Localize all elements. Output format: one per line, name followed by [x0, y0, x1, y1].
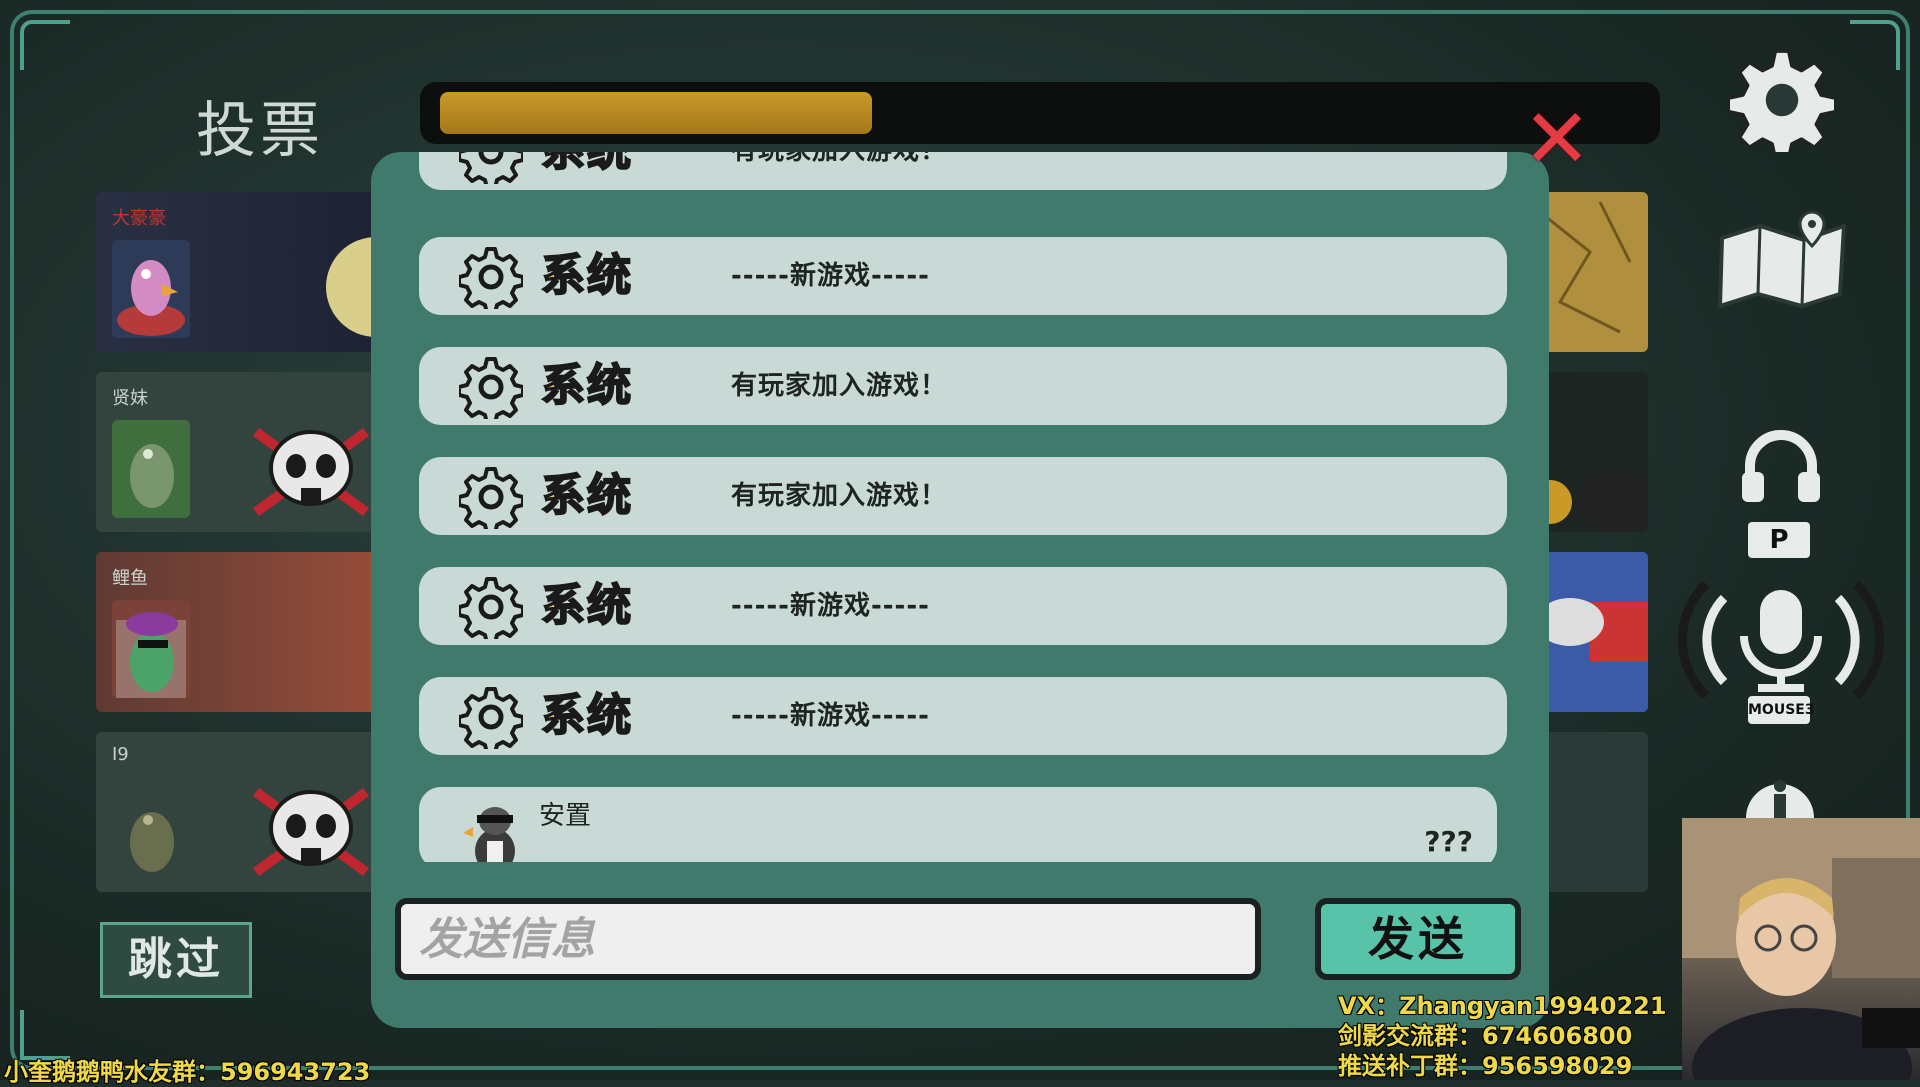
- skip-vote-button[interactable]: 跳过: [100, 922, 252, 998]
- frame-corner: [1850, 20, 1900, 70]
- message-text: ???: [1424, 825, 1473, 858]
- frame-corner: [20, 20, 70, 70]
- chat-message: 系统 -----新游戏-----: [419, 567, 1507, 645]
- send-button[interactable]: 发送: [1315, 898, 1521, 980]
- message-sender: 系统: [540, 689, 633, 742]
- headphones-icon[interactable]: [1740, 428, 1822, 504]
- settings-gear-icon[interactable]: [1730, 48, 1834, 152]
- gear-icon: [459, 467, 523, 529]
- vote-timer-bar: [420, 82, 1660, 144]
- chat-panel: 系统 有玩家加入游戏！ 系统 -----新游戏----- 系统 有玩家加入游戏！: [371, 152, 1549, 1028]
- player-name: 鲤鱼: [112, 568, 148, 589]
- message-text: 有玩家加入游戏！: [731, 481, 948, 511]
- gear-icon: [459, 152, 523, 184]
- gear-icon: [459, 247, 523, 309]
- chat-message: 系统 有玩家加入游戏！: [419, 152, 1507, 190]
- chat-message: 系统 -----新游戏-----: [419, 237, 1507, 315]
- player-avatar: [112, 600, 190, 698]
- message-sender: 系统: [540, 579, 633, 632]
- microphone-icon[interactable]: [1677, 578, 1885, 700]
- message-text: 有玩家加入游戏！: [731, 371, 948, 401]
- chat-message: 系统 有玩家加入游戏！: [419, 457, 1507, 535]
- player-name: 大豪豪: [112, 208, 166, 229]
- message-text: -----新游戏-----: [731, 591, 930, 621]
- close-chat-button[interactable]: ✕: [1522, 99, 1592, 181]
- vote-timer-fill: [440, 92, 872, 134]
- message-sender: 系统: [540, 469, 633, 522]
- player-card[interactable]: 贤妹: [96, 372, 396, 532]
- dead-skull-icon: [253, 787, 369, 877]
- dead-skull-icon: [253, 427, 369, 517]
- chat-message-list[interactable]: 系统 有玩家加入游戏！ 系统 -----新游戏----- 系统 有玩家加入游戏！: [419, 152, 1509, 862]
- voice-key: MOUSE3: [1748, 696, 1815, 724]
- player-avatar: [112, 780, 190, 878]
- message-text: 有玩家加入游戏！: [731, 152, 947, 168]
- chat-input[interactable]: [395, 898, 1261, 980]
- player-avatar: [463, 807, 515, 862]
- overlay-group-2: 推送补丁群：956598029: [1338, 1052, 1633, 1080]
- player-card[interactable]: I9: [96, 732, 396, 892]
- message-sender: 系统: [540, 152, 633, 178]
- chat-message: 系统 有玩家加入游戏！: [419, 347, 1507, 425]
- player-card[interactable]: 大豪豪: [96, 192, 396, 352]
- player-avatar: [112, 240, 190, 338]
- message-sender: 系统: [540, 249, 633, 302]
- gear-icon: [459, 687, 523, 749]
- vote-title: 投票: [196, 96, 324, 166]
- streamer-webcam: [1682, 818, 1920, 1080]
- push-to-talk-key: P: [1748, 522, 1810, 558]
- overlay-qq-group: 小奎鹅鹅鸭水友群：596943723: [4, 1058, 371, 1086]
- message-sender: 系统: [540, 359, 633, 412]
- chat-message: 系统 -----新游戏-----: [419, 677, 1507, 755]
- player-name: 贤妹: [112, 388, 148, 409]
- player-name: I9: [112, 744, 129, 765]
- message-sender: 安置: [539, 801, 592, 831]
- player-avatar: [112, 420, 190, 518]
- gear-icon: [459, 577, 523, 639]
- message-text: -----新游戏-----: [731, 261, 930, 291]
- message-text: -----新游戏-----: [731, 701, 930, 731]
- chat-message-player: 安置 ???: [419, 787, 1497, 862]
- map-icon[interactable]: [1716, 208, 1850, 314]
- player-card[interactable]: 鲤鱼: [96, 552, 396, 712]
- gear-icon: [459, 357, 523, 419]
- info-icon[interactable]: [1742, 774, 1818, 818]
